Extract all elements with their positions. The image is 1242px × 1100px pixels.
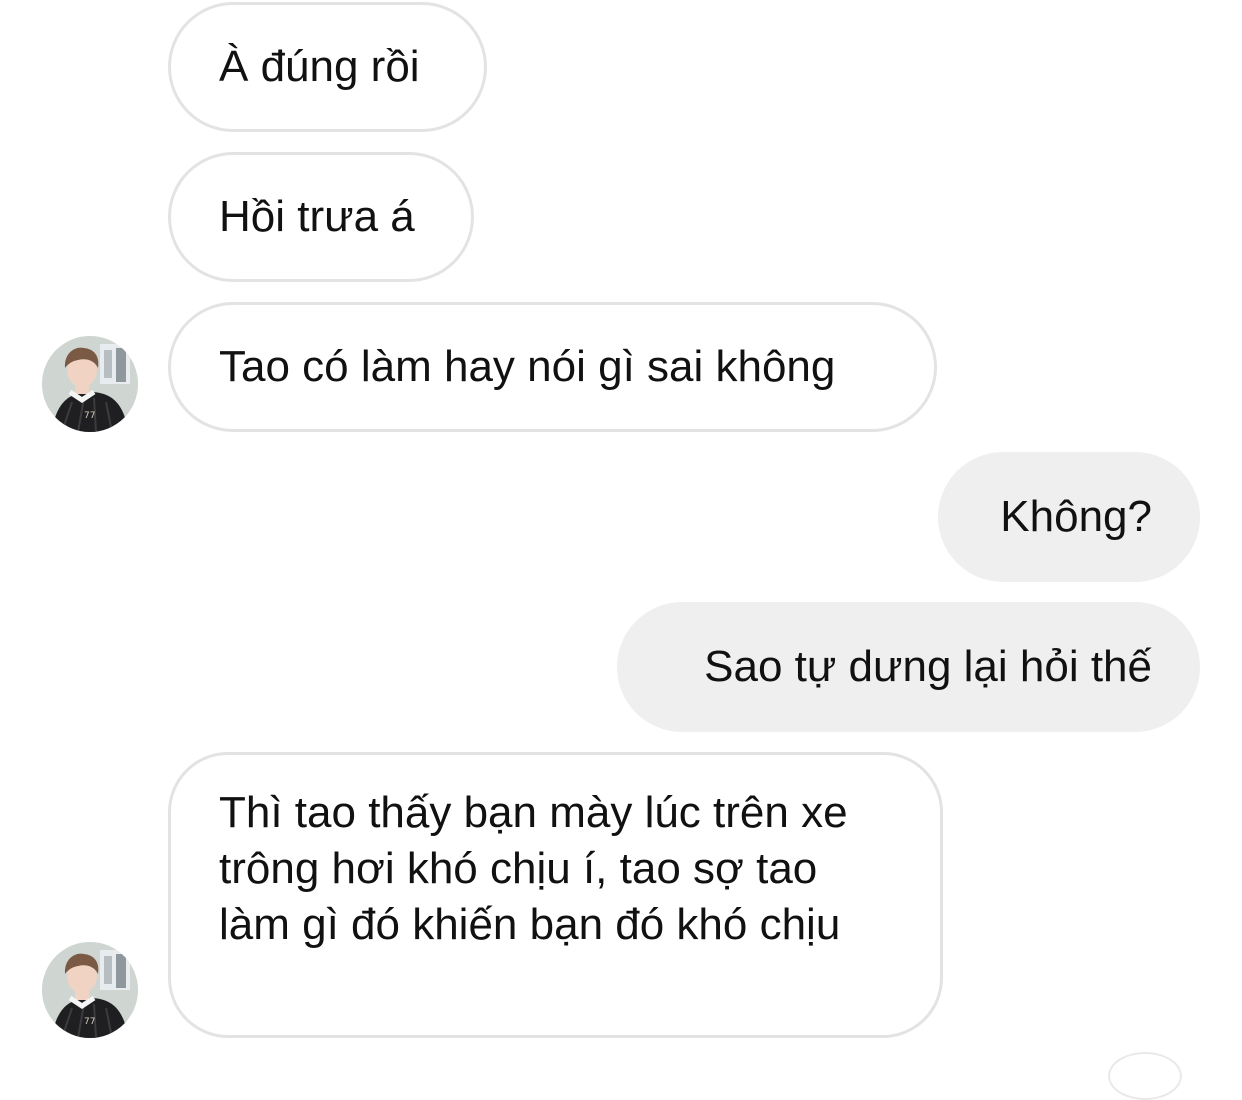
message-bubble-incoming[interactable]: Hồi trưa á	[168, 152, 474, 282]
message-text: Sao tự dưng lại hỏi thế	[704, 642, 1152, 691]
message-bubble-incoming[interactable]: À đúng rồi	[168, 2, 487, 132]
person-photo-avatar-icon: 77	[42, 336, 138, 432]
message-text: À đúng rồi	[219, 42, 420, 91]
message-text: Không?	[1000, 492, 1152, 541]
message-bubble-incoming[interactable]: Tao có làm hay nói gì sai không	[168, 302, 937, 432]
person-photo-avatar-icon: 77	[42, 942, 138, 1038]
message-text: Thì tao thấy bạn mày lúc trên xe trông h…	[219, 788, 848, 949]
sender-avatar[interactable]: 77	[42, 942, 138, 1038]
sender-avatar[interactable]: 77	[42, 336, 138, 432]
svg-text:77: 77	[84, 1017, 95, 1027]
message-text: Hồi trưa á	[219, 192, 415, 241]
svg-text:77: 77	[84, 411, 95, 421]
chat-thread: À đúng rồi Hồi trưa á 77 Tao có làm hay …	[0, 0, 1242, 1100]
partial-bubble-edge	[1108, 1052, 1182, 1100]
message-bubble-outgoing[interactable]: Không?	[938, 452, 1200, 582]
message-bubble-incoming[interactable]: Thì tao thấy bạn mày lúc trên xe trông h…	[168, 752, 943, 1038]
message-bubble-outgoing[interactable]: Sao tự dưng lại hỏi thế	[617, 602, 1200, 732]
message-text: Tao có làm hay nói gì sai không	[219, 342, 836, 391]
